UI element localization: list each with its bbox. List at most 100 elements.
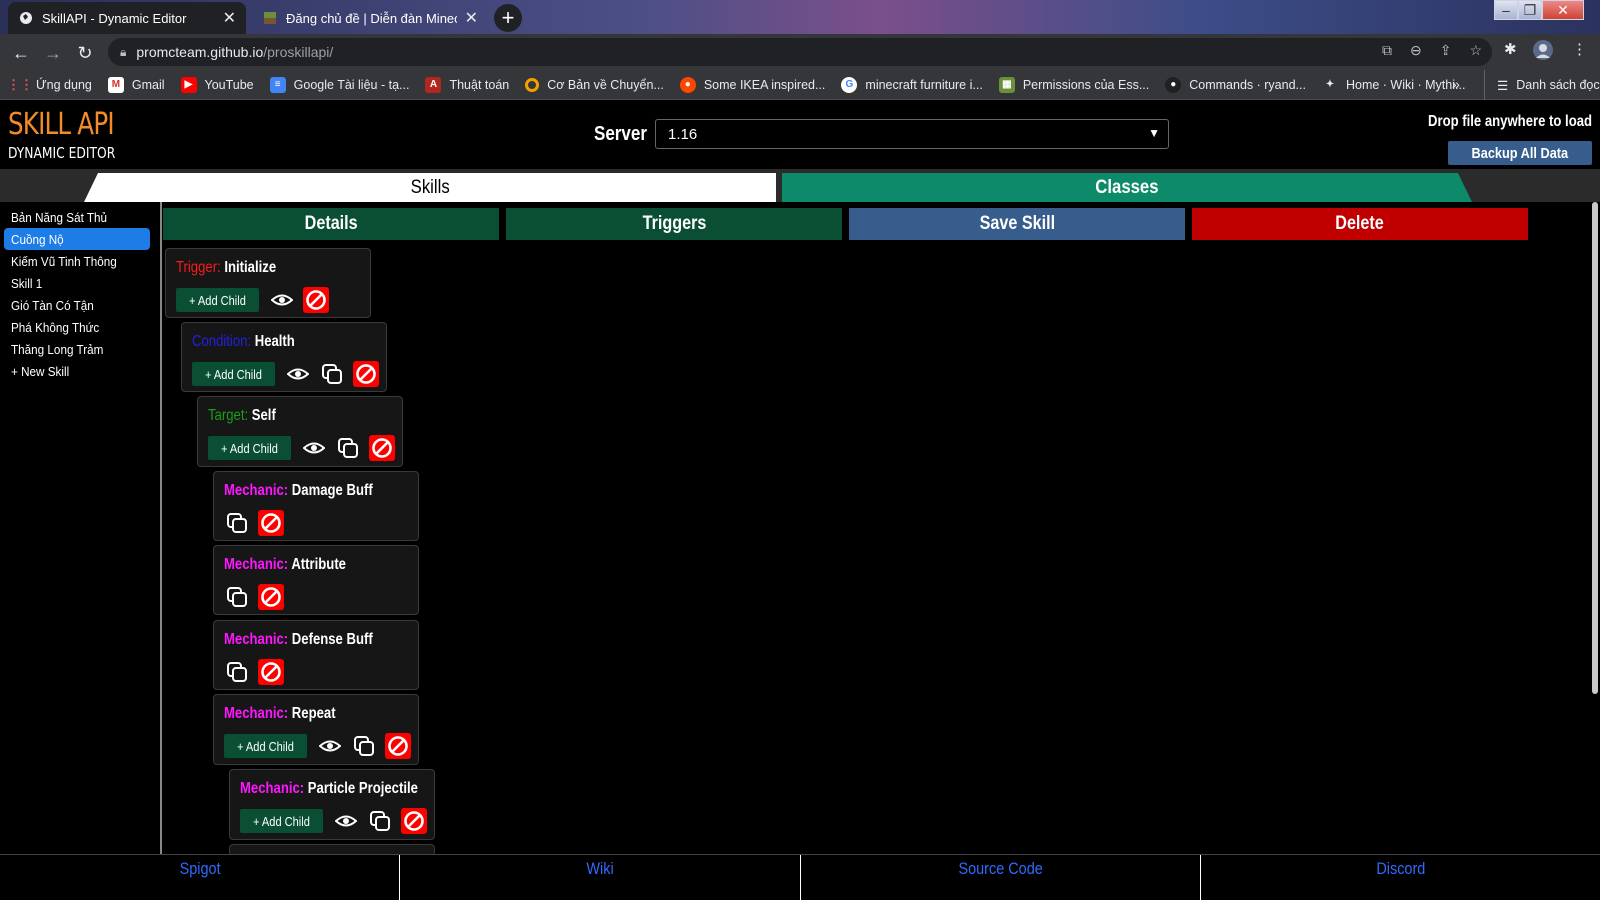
skill-list-item[interactable]: Skill 1 bbox=[4, 272, 150, 294]
github-icon: ● bbox=[1165, 76, 1182, 93]
browser-tab-active[interactable]: SkillAPI - Dynamic Editor ✕ bbox=[8, 2, 246, 34]
skill-list-item-active[interactable]: Cuồng Nộ bbox=[4, 228, 150, 250]
wiki-link[interactable]: Wiki bbox=[400, 855, 801, 900]
reload-icon[interactable]: ↻ bbox=[72, 40, 98, 66]
delete-icon[interactable] bbox=[384, 733, 411, 759]
source-code-link[interactable]: Source Code bbox=[801, 855, 1201, 900]
skill-list-item[interactable]: Kiếm Vũ Tinh Thông bbox=[4, 250, 150, 272]
eye-icon[interactable] bbox=[317, 733, 343, 759]
copy-icon[interactable] bbox=[335, 435, 361, 461]
copy-icon[interactable] bbox=[351, 733, 377, 759]
component-type-label: Condition: bbox=[192, 333, 252, 350]
minimize-icon[interactable]: – bbox=[1494, 0, 1518, 20]
translate-icon[interactable]: ⧉ bbox=[1382, 42, 1392, 59]
extensions-icon[interactable]: ✱ bbox=[1504, 40, 1517, 58]
copy-icon[interactable] bbox=[224, 659, 250, 685]
delete-icon[interactable] bbox=[400, 808, 427, 834]
component-node[interactable]: Trigger: Initialize + Add Child bbox=[165, 248, 371, 318]
bookmarks-bar: ⋮⋮ Ứng dụng M Gmail ▶ YouTube ≡ Google Tài l… bbox=[0, 70, 1600, 100]
window-close-icon[interactable]: ✕ bbox=[1542, 0, 1584, 20]
add-child-button[interactable]: + Add Child bbox=[224, 734, 307, 758]
skill-list-item[interactable]: Thăng Long Trảm bbox=[4, 338, 150, 360]
component-name: Particle Projectile bbox=[304, 780, 418, 797]
bookmark-item[interactable]: A Thuật toán bbox=[425, 76, 509, 93]
eye-icon[interactable] bbox=[333, 808, 359, 834]
delete-icon[interactable] bbox=[368, 435, 395, 461]
back-icon[interactable]: ← bbox=[8, 40, 34, 66]
discord-link[interactable]: Discord bbox=[1201, 855, 1600, 900]
share-icon[interactable]: ⇪ bbox=[1440, 42, 1452, 59]
scrollbar-thumb[interactable] bbox=[1592, 202, 1598, 694]
bookmark-item[interactable]: ▦ Permissions của Ess... bbox=[998, 76, 1149, 93]
close-tab-icon[interactable]: ✕ bbox=[465, 8, 478, 28]
skill-list-item[interactable]: Bản Năng Sát Thủ bbox=[4, 206, 150, 228]
copy-icon[interactable] bbox=[319, 361, 345, 387]
zoom-icon[interactable]: ⊖ bbox=[1410, 42, 1422, 59]
bookmark-item[interactable]: ⋮⋮ Ứng dụng bbox=[7, 76, 92, 93]
mythic-icon: ✦ bbox=[1325, 79, 1335, 90]
eye-icon[interactable] bbox=[285, 361, 311, 387]
copy-icon[interactable] bbox=[224, 510, 250, 536]
bookmark-item[interactable]: M Gmail bbox=[107, 76, 165, 93]
url-path: /proskillapi/ bbox=[263, 44, 334, 60]
component-node[interactable]: Mechanic: Particle Projectile + Add Child bbox=[229, 769, 435, 840]
component-node[interactable]: Target: Self + Add Child bbox=[197, 396, 403, 467]
delete-icon[interactable] bbox=[302, 287, 329, 313]
delete-icon[interactable] bbox=[258, 659, 284, 685]
maximize-icon[interactable]: ❐ bbox=[1518, 0, 1542, 20]
delete-icon[interactable] bbox=[258, 584, 284, 610]
apps-grid-icon: ⋮⋮ bbox=[7, 76, 33, 92]
bookmark-item[interactable]: Gminecraft furniture i... bbox=[841, 76, 983, 93]
add-child-button[interactable]: + Add Child bbox=[208, 436, 291, 460]
address-bar[interactable]: 🔒︎ promcteam.github.io/proskillapi/ ⧉ ⊖ … bbox=[108, 38, 1492, 66]
close-tab-icon[interactable]: ✕ bbox=[223, 8, 236, 28]
component-node[interactable]: Mechanic: Attribute bbox=[213, 545, 419, 615]
add-child-button[interactable]: + Add Child bbox=[176, 288, 259, 312]
new-skill-link[interactable]: + New Skill bbox=[4, 360, 150, 382]
details-button[interactable]: Details bbox=[163, 208, 499, 240]
menu-kebab-icon[interactable]: ⋮ bbox=[1572, 40, 1587, 58]
more-bookmarks-icon[interactable]: » bbox=[1452, 76, 1460, 92]
bookmark-item[interactable]: ▶ YouTube bbox=[180, 76, 254, 93]
bookmark-item[interactable]: ✦ Home · Wiki · Mythi... bbox=[1322, 77, 1466, 93]
profile-avatar[interactable] bbox=[1532, 39, 1554, 61]
tab-skills[interactable]: Skills bbox=[84, 173, 776, 202]
bookmark-item[interactable]: ● Commands · ryand... bbox=[1165, 76, 1306, 93]
chevron-down-icon: ▼ bbox=[1148, 126, 1160, 140]
bookmark-item[interactable]: ● Some IKEA inspired... bbox=[679, 76, 825, 93]
component-node[interactable]: Mechanic: Repeat + Add Child bbox=[213, 694, 419, 765]
triggers-button[interactable]: Triggers bbox=[506, 208, 842, 240]
reading-list[interactable]: ☰ Danh sách đọc bbox=[1484, 70, 1600, 100]
component-node[interactable]: Condition: Health + Add Child bbox=[181, 322, 387, 392]
backup-all-data-button[interactable]: Backup All Data bbox=[1448, 141, 1592, 165]
delete-icon[interactable] bbox=[258, 510, 284, 536]
delete-skill-button[interactable]: Delete bbox=[1192, 208, 1528, 240]
tab-classes[interactable]: Classes bbox=[782, 173, 1472, 202]
component-node[interactable]: Mechanic: Damage Buff bbox=[213, 471, 419, 541]
spigot-link[interactable]: Spigot bbox=[0, 855, 401, 900]
copy-icon[interactable] bbox=[224, 584, 250, 610]
page-scrollbar[interactable] bbox=[1590, 202, 1600, 854]
component-node[interactable]: Mechanic: Defense Buff bbox=[213, 620, 419, 690]
copy-icon[interactable] bbox=[367, 808, 393, 834]
skill-list-item[interactable]: Phá Không Thức bbox=[4, 316, 150, 338]
forward-icon[interactable]: → bbox=[40, 40, 66, 66]
save-skill-button[interactable]: Save Skill bbox=[849, 208, 1185, 240]
eye-icon[interactable] bbox=[269, 287, 295, 313]
component-title: Trigger: Initialize bbox=[176, 259, 276, 277]
component-title: Condition: Health bbox=[192, 333, 295, 351]
add-child-button[interactable]: + Add Child bbox=[192, 362, 275, 386]
server-select[interactable]: 1.16 ▼ bbox=[655, 119, 1169, 149]
bookmark-item[interactable]: Cơ Bản về Chuyển... bbox=[525, 77, 664, 92]
lock-icon: 🔒︎ bbox=[120, 44, 127, 59]
browser-tab[interactable]: Đăng chủ đề | Diễn đàn Minecraft ✕ bbox=[252, 2, 488, 34]
new-tab-button[interactable]: + bbox=[494, 4, 522, 32]
component-type-label: Mechanic: bbox=[224, 556, 289, 573]
bookmark-star-icon[interactable]: ☆ bbox=[1469, 42, 1482, 59]
eye-icon[interactable] bbox=[301, 435, 327, 461]
add-child-button[interactable]: + Add Child bbox=[240, 809, 323, 833]
delete-icon[interactable] bbox=[352, 361, 379, 387]
component-type-label: Mechanic: bbox=[224, 631, 289, 648]
skill-list-item[interactable]: Gió Tàn Có Tận bbox=[4, 294, 150, 316]
bookmark-item[interactable]: ≡ Google Tài liệu - tạ... bbox=[269, 76, 409, 93]
